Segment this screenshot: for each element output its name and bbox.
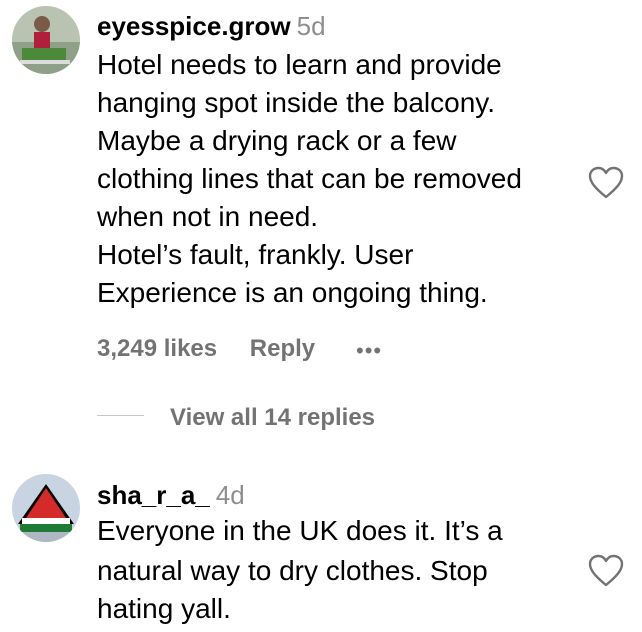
- more-options-icon[interactable]: •••: [356, 338, 382, 364]
- comment-text-line: natural way to dry clothes. Stop: [97, 555, 488, 586]
- heart-outline-icon[interactable]: [588, 554, 624, 588]
- view-replies-button[interactable]: View all 14 replies: [170, 404, 375, 432]
- username-text[interactable]: sha_r_a_: [97, 480, 210, 510]
- comment-2: sha_r_a_ 4d Everyone in the UK does it. I…: [0, 450, 642, 632]
- comment-text-line: when not in need.: [97, 201, 319, 232]
- comment-text-line: Hotel needs to learn and provide: [97, 49, 502, 80]
- replies-divider: [97, 415, 144, 416]
- comment-1: eyesspice.grow 5d Hotel needs to learn an…: [0, 0, 642, 450]
- comment-age: 4d: [215, 480, 245, 510]
- likes-count[interactable]: 3,249 likes: [97, 335, 217, 363]
- comment-actions: 3,249 likes Reply: [97, 335, 315, 363]
- comment-text-line: hanging spot inside the balcony.: [97, 87, 495, 118]
- comment-text-line: Maybe a drying rack or a few: [97, 125, 457, 156]
- comment-text-line: Everyone in the UK does it. It’s a: [97, 515, 503, 546]
- comment-age: 5d: [296, 11, 326, 41]
- comment-text-line: Experience is an ongoing thing.: [97, 277, 488, 308]
- comment-username[interactable]: sha_r_a_ 4d: [97, 479, 245, 511]
- reply-button[interactable]: Reply: [250, 335, 315, 363]
- username-text[interactable]: eyesspice.grow: [97, 11, 291, 41]
- comment-username[interactable]: eyesspice.grow 5d: [97, 10, 326, 42]
- comment-text-line: Hotel’s fault, frankly. User: [97, 239, 414, 270]
- avatar[interactable]: [12, 6, 80, 74]
- comment-text-line: clothing lines that can be removed: [97, 163, 522, 194]
- comment-text-line: hating yall.: [97, 593, 231, 624]
- avatar[interactable]: [12, 474, 80, 542]
- heart-outline-icon[interactable]: [588, 166, 624, 200]
